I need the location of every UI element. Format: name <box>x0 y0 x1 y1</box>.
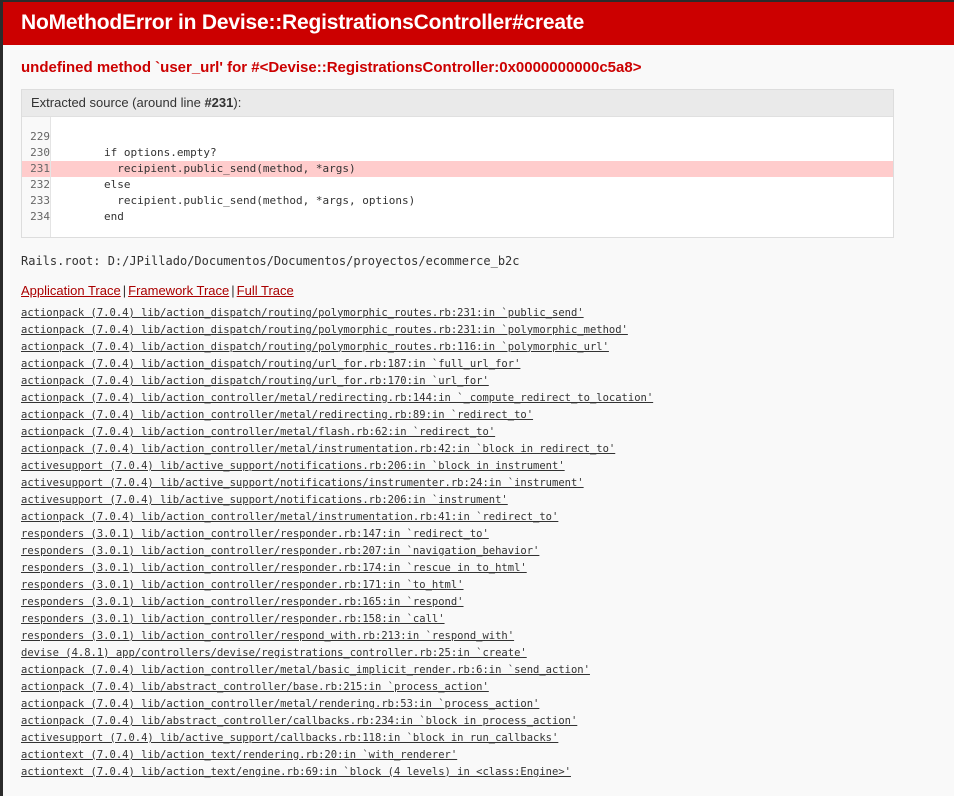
error-message: undefined method `user_url' for #<Devise… <box>21 59 642 77</box>
source-line-code: else <box>51 178 131 192</box>
trace-line[interactable]: actionpack (7.0.4) lib/action_controller… <box>21 390 936 407</box>
full-trace-link[interactable]: Full Trace <box>237 283 294 298</box>
source-code-row: 230 if options.empty? <box>22 145 893 162</box>
trace-line[interactable]: actionpack (7.0.4) lib/action_dispatch/r… <box>21 322 936 339</box>
trace-line[interactable]: activesupport (7.0.4) lib/active_support… <box>21 730 936 747</box>
extracted-source-line-number: #231 <box>204 95 234 111</box>
trace-line[interactable]: actiontext (7.0.4) lib/action_text/engin… <box>21 764 936 781</box>
extracted-source-suffix: ): <box>233 95 242 111</box>
gutter-pad <box>22 225 51 238</box>
trace-line[interactable]: actionpack (7.0.4) lib/action_controller… <box>21 509 936 526</box>
trace-line[interactable]: actionpack (7.0.4) lib/action_dispatch/r… <box>21 339 936 356</box>
trace-line[interactable]: actionpack (7.0.4) lib/action_controller… <box>21 407 936 424</box>
extracted-source-prefix: Extracted source (around line <box>31 95 205 111</box>
framework-trace-link[interactable]: Framework Trace <box>128 283 229 298</box>
source-code-row: 233 recipient.public_send(method, *args,… <box>22 193 893 210</box>
trace-line[interactable]: responders (3.0.1) lib/action_controller… <box>21 560 936 577</box>
source-line-number: 234 <box>22 209 51 226</box>
trace-line[interactable]: activesupport (7.0.4) lib/active_support… <box>21 475 936 492</box>
trace-line[interactable]: actionpack (7.0.4) lib/action_dispatch/r… <box>21 305 936 322</box>
stack-trace-list: actionpack (7.0.4) lib/action_dispatch/r… <box>3 305 954 781</box>
error-header-band: NoMethodError in Devise::RegistrationsCo… <box>3 0 954 46</box>
trace-line[interactable]: actionpack (7.0.4) lib/action_dispatch/r… <box>21 356 936 373</box>
gutter-pad <box>22 117 51 130</box>
trace-line[interactable]: actionpack (7.0.4) lib/action_controller… <box>21 696 936 713</box>
trace-line[interactable]: activesupport (7.0.4) lib/active_support… <box>21 458 936 475</box>
source-code-body: 229 230 if options.empty? 231 recipient.p… <box>22 117 894 238</box>
source-line-number: 229 <box>22 129 51 146</box>
source-line-code: if options.empty? <box>51 146 217 160</box>
source-line-code: recipient.public_send(method, *args, opt… <box>51 194 416 208</box>
trace-separator-2: | <box>231 282 235 298</box>
trace-line[interactable]: activesupport (7.0.4) lib/active_support… <box>21 492 936 509</box>
trace-line[interactable]: actionpack (7.0.4) lib/action_dispatch/r… <box>21 373 936 390</box>
trace-toggle-links: Application Trace | Framework Trace | Full T… <box>3 279 954 305</box>
trace-line[interactable]: actionpack (7.0.4) lib/action_controller… <box>21 424 936 441</box>
trace-line[interactable]: actionpack (7.0.4) lib/abstract_controll… <box>21 713 936 730</box>
trace-line[interactable]: actionpack (7.0.4) lib/action_controller… <box>21 662 936 679</box>
source-code-row: 232 else <box>22 177 893 194</box>
rails-root-path: Rails.root: D:/JPillado/Documentos/Docum… <box>21 254 520 269</box>
trace-line[interactable]: responders (3.0.1) lib/action_controller… <box>21 526 936 543</box>
source-line-code: recipient.public_send(method, *args) <box>50 161 893 178</box>
trace-line[interactable]: actiontext (7.0.4) lib/action_text/rende… <box>21 747 936 764</box>
source-line-number: 233 <box>22 193 51 210</box>
error-title: NoMethodError in Devise::RegistrationsCo… <box>21 11 585 34</box>
application-trace-link[interactable]: Application Trace <box>21 283 121 298</box>
source-pad-bottom <box>22 225 894 238</box>
trace-line[interactable]: responders (3.0.1) lib/action_controller… <box>21 594 936 611</box>
source-line-number: 230 <box>22 145 51 162</box>
code-pad <box>51 117 894 129</box>
source-line-code <box>51 129 894 145</box>
extracted-source-panel: Extracted source (around line #231): 229… <box>21 89 894 239</box>
trace-line[interactable]: devise (4.8.1) app/controllers/devise/re… <box>21 645 936 662</box>
source-line-code: end <box>51 210 124 224</box>
source-pad-top <box>22 117 894 130</box>
code-pad <box>51 225 894 237</box>
source-code-row: 234 end <box>22 209 893 226</box>
source-code-table: 229 230 if options.empty? 231 recipient.p… <box>22 117 894 238</box>
source-line-number: 231 <box>22 161 51 178</box>
trace-line[interactable]: actionpack (7.0.4) lib/action_controller… <box>21 441 936 458</box>
trace-line[interactable]: responders (3.0.1) lib/action_controller… <box>21 628 936 645</box>
source-code-row: 229 <box>22 129 894 146</box>
trace-line[interactable]: responders (3.0.1) lib/action_controller… <box>21 577 936 594</box>
source-line-number: 232 <box>22 177 51 194</box>
trace-line[interactable]: actionpack (7.0.4) lib/abstract_controll… <box>21 679 936 696</box>
extracted-source-header: Extracted source (around line #231): <box>22 90 893 118</box>
trace-line[interactable]: responders (3.0.1) lib/action_controller… <box>21 543 936 560</box>
trace-line[interactable]: responders (3.0.1) lib/action_controller… <box>21 611 936 628</box>
source-code-row: 231 recipient.public_send(method, *args) <box>22 161 893 178</box>
